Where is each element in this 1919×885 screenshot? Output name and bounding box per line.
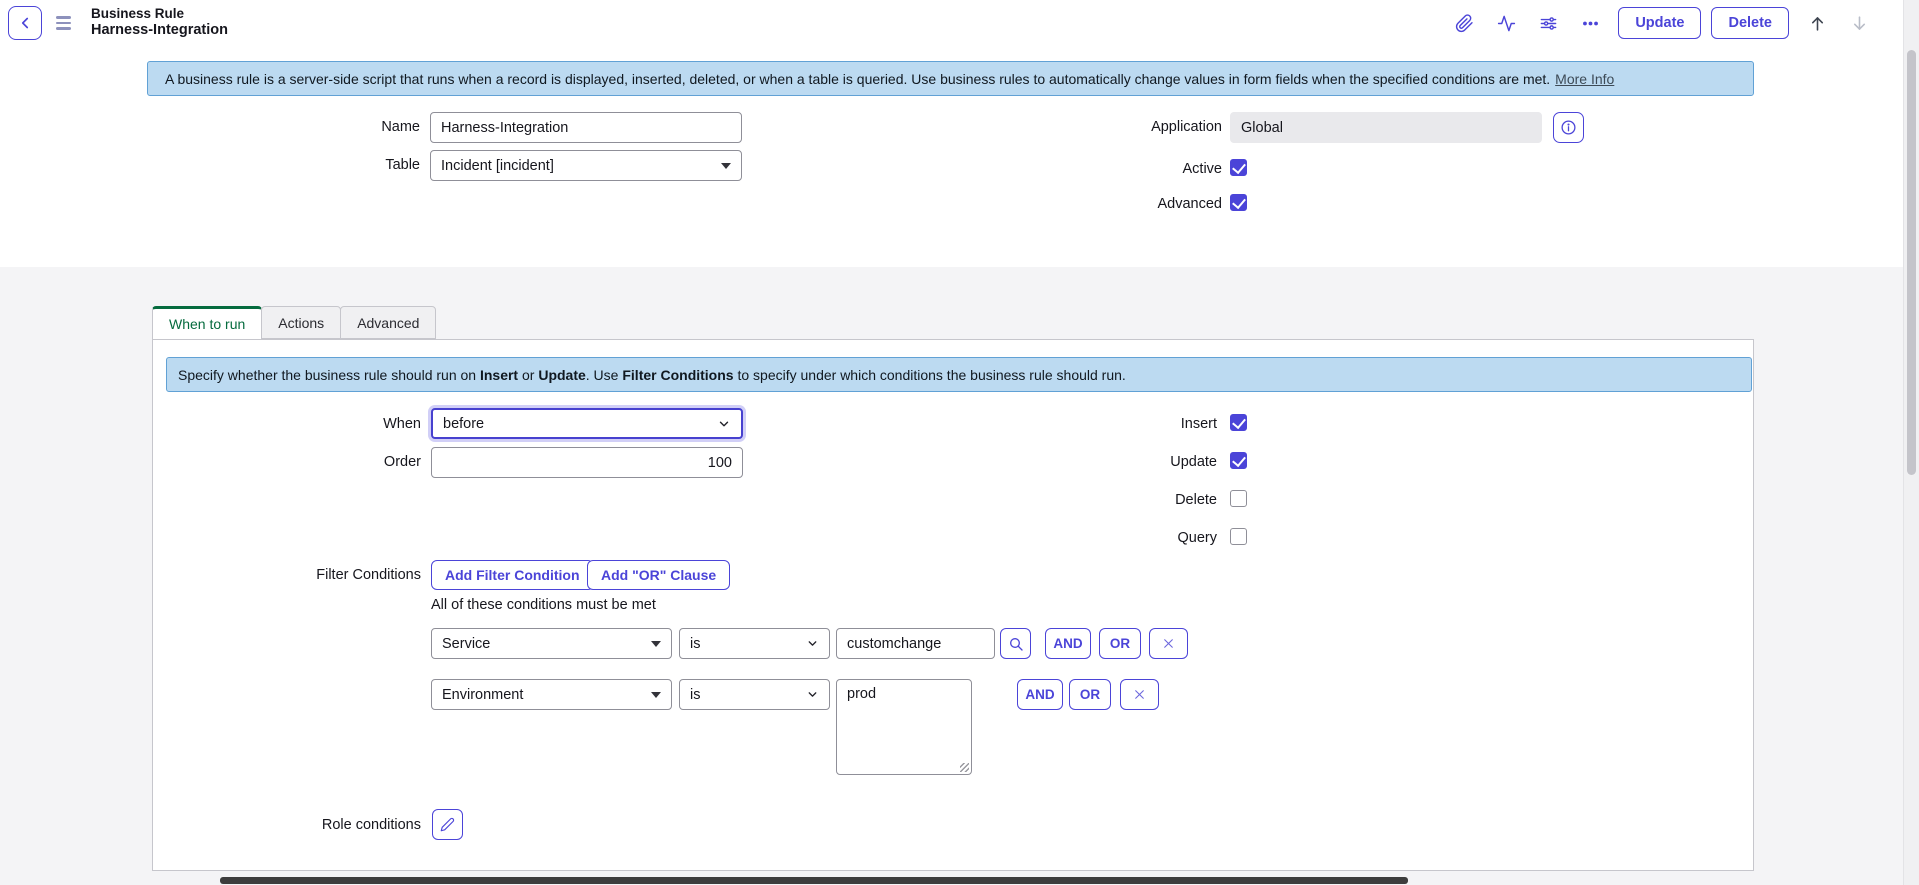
run-instruction-banner: Specify whether the business rule should…	[166, 357, 1752, 392]
update-checkbox[interactable]	[1230, 452, 1247, 469]
add-filter-condition-button[interactable]: Add Filter Condition	[431, 560, 594, 590]
and-button[interactable]: AND	[1045, 628, 1091, 659]
chevron-down-icon	[806, 688, 819, 701]
condition-operator-value: is	[690, 687, 700, 703]
condition-field-select[interactable]: Environment	[431, 679, 672, 710]
order-input[interactable]: 100	[431, 447, 743, 478]
condition-field-select[interactable]: Service	[431, 628, 672, 659]
activity-stream-button[interactable]	[1492, 9, 1520, 37]
delete-label: Delete	[903, 492, 1217, 508]
previous-record-button[interactable]	[1803, 9, 1831, 37]
info-icon	[1560, 119, 1577, 136]
next-record-button[interactable]	[1845, 9, 1873, 37]
order-value: 100	[708, 455, 732, 471]
arrow-down-icon	[1850, 14, 1869, 33]
insert-label: Insert	[903, 416, 1217, 432]
when-label: When	[213, 416, 421, 432]
name-input[interactable]: Harness-Integration	[430, 112, 742, 143]
role-conditions-label: Role conditions	[213, 817, 421, 833]
application-info-button[interactable]	[1553, 112, 1584, 143]
insert-checkbox[interactable]	[1230, 414, 1247, 431]
remove-condition-button[interactable]	[1149, 628, 1188, 659]
paperclip-icon	[1455, 14, 1474, 33]
or-button[interactable]: OR	[1099, 628, 1141, 659]
more-info-link[interactable]: More Info	[1555, 71, 1614, 87]
record-titles: Business Rule Harness-Integration	[91, 6, 228, 39]
sliders-icon	[1539, 14, 1558, 33]
chevron-left-icon	[16, 14, 34, 32]
query-checkbox[interactable]	[1230, 528, 1247, 545]
vertical-scrollbar-thumb[interactable]	[1907, 50, 1916, 475]
or-button[interactable]: OR	[1069, 679, 1111, 710]
application-value: Global	[1241, 120, 1283, 136]
delete-button[interactable]: Delete	[1711, 7, 1789, 39]
run-banner-text: Specify whether the business rule should…	[178, 367, 1126, 383]
info-banner: A business rule is a server-side script …	[147, 61, 1754, 96]
condition-lookup-button[interactable]	[1000, 628, 1031, 659]
advanced-label: Advanced	[1052, 196, 1222, 212]
close-icon	[1133, 688, 1146, 701]
activity-icon	[1497, 14, 1516, 33]
attachment-button[interactable]	[1450, 9, 1478, 37]
vertical-scrollbar	[1903, 0, 1919, 885]
when-value: before	[443, 416, 484, 432]
condition-value-textarea[interactable]: prod	[836, 679, 972, 775]
chevron-down-icon	[717, 417, 731, 431]
when-to-run-panel: Specify whether the business rule should…	[152, 339, 1754, 871]
search-icon	[1008, 636, 1024, 652]
ellipsis-icon	[1581, 14, 1600, 33]
name-value: Harness-Integration	[441, 120, 568, 136]
update-label: Update	[903, 454, 1217, 470]
condition-field-value: Environment	[442, 687, 523, 703]
remove-condition-button[interactable]	[1120, 679, 1159, 710]
edit-role-conditions-button[interactable]	[432, 809, 463, 840]
when-select[interactable]: before	[431, 408, 743, 439]
add-or-clause-button[interactable]: Add "OR" Clause	[587, 560, 730, 590]
condition-operator-value: is	[690, 636, 700, 652]
tab-bar: When to run Actions Advanced	[152, 306, 435, 339]
context-menu-icon[interactable]	[56, 16, 71, 30]
pencil-icon	[440, 817, 455, 832]
name-label: Name	[250, 119, 420, 135]
condition-value-input[interactable]: customchange	[836, 628, 995, 659]
record-name: Harness-Integration	[91, 22, 228, 39]
active-checkbox[interactable]	[1230, 159, 1247, 176]
condition-value-text: customchange	[847, 636, 941, 652]
condition-value-text: prod	[847, 686, 876, 702]
delete-checkbox[interactable]	[1230, 490, 1247, 507]
table-label: Table	[250, 157, 420, 173]
query-label: Query	[903, 530, 1217, 546]
condition-match-text: All of these conditions must be met	[431, 597, 656, 613]
condition-operator-select[interactable]: is	[679, 628, 830, 659]
condition-operator-select[interactable]: is	[679, 679, 830, 710]
advanced-checkbox[interactable]	[1230, 194, 1247, 211]
condition-field-value: Service	[442, 636, 490, 652]
horizontal-scrollbar-thumb[interactable]	[220, 877, 1408, 884]
info-banner-text: A business rule is a server-side script …	[165, 71, 1550, 87]
order-label: Order	[213, 454, 421, 470]
filter-conditions-label: Filter Conditions	[213, 567, 421, 583]
table-select[interactable]: Incident [incident]	[430, 150, 742, 181]
page-title: Business Rule	[91, 6, 228, 22]
personalize-form-button[interactable]	[1534, 9, 1562, 37]
close-icon	[1162, 637, 1175, 650]
more-options-button[interactable]	[1576, 9, 1604, 37]
arrow-up-icon	[1808, 14, 1827, 33]
active-label: Active	[1052, 161, 1222, 177]
tab-actions[interactable]: Actions	[261, 306, 341, 339]
and-button[interactable]: AND	[1017, 679, 1063, 710]
table-value: Incident [incident]	[441, 158, 554, 174]
chevron-down-icon	[806, 637, 819, 650]
update-button[interactable]: Update	[1618, 7, 1701, 39]
application-field: Global	[1230, 112, 1542, 143]
header-actions: Update Delete	[1450, 7, 1873, 39]
application-label: Application	[1052, 119, 1222, 135]
tab-when-to-run[interactable]: When to run	[152, 306, 262, 340]
header-bar: Business Rule Harness-Integration Update…	[0, 0, 1903, 46]
tab-advanced[interactable]: Advanced	[340, 306, 436, 339]
back-button[interactable]	[8, 6, 42, 40]
